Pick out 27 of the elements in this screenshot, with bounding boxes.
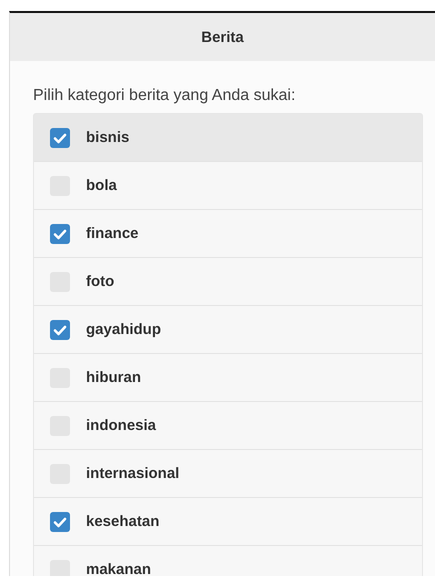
page-title: Berita [201,28,244,46]
category-label: hiburan [86,369,141,386]
category-row[interactable]: gayahidup [34,306,422,354]
category-row[interactable]: kesehatan [34,498,422,546]
category-row[interactable]: makanan [34,546,422,576]
checkbox[interactable] [50,128,70,148]
category-row[interactable]: finance [34,210,422,258]
category-row[interactable]: foto [34,258,422,306]
checkbox[interactable] [50,560,70,576]
category-row[interactable]: bola [34,162,422,210]
category-row[interactable]: internasional [34,450,422,498]
checkbox[interactable] [50,224,70,244]
category-row[interactable]: hiburan [34,354,422,402]
category-label: foto [86,273,114,290]
checkbox[interactable] [50,512,70,532]
checkbox[interactable] [50,320,70,340]
category-label: finance [86,225,139,242]
category-label: gayahidup [86,321,162,338]
category-row[interactable]: indonesia [34,402,422,450]
category-label: kesehatan [86,513,160,530]
category-label: indonesia [86,417,156,434]
prompt-text: Pilih kategori berita yang Anda sukai: [33,87,296,105]
category-label: makanan [86,561,152,576]
category-label: bola [86,177,117,194]
category-label: bisnis [86,129,130,146]
category-row[interactable]: bisnis [34,114,422,162]
category-label: internasional [86,465,180,482]
